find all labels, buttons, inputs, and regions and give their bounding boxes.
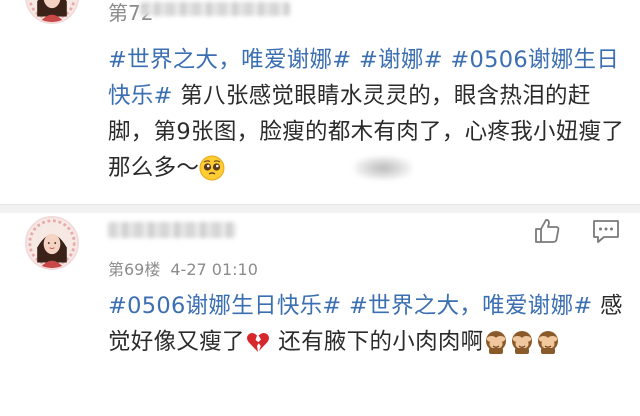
post-meta: 第69楼 4-27 01:10 bbox=[108, 256, 258, 280]
comment-content: #0506谢娜生日快乐# #世界之大，唯爱谢娜# 感觉好像又瘦了 还有腋下的小肉… bbox=[108, 288, 628, 360]
blurred-username bbox=[140, 2, 290, 16]
hashtag-link[interactable]: #世界之大，唯爱谢娜# bbox=[108, 47, 352, 73]
floor-label: 第69楼 bbox=[108, 260, 161, 279]
avatar[interactable] bbox=[25, 0, 79, 24]
hashtag-link[interactable]: #0506谢娜生日快乐# bbox=[108, 293, 342, 319]
comment-content: #世界之大，唯爱谢娜# #谢娜# #0506谢娜生日快乐# 第八张感觉眼睛水灵灵… bbox=[108, 42, 628, 186]
comment-feed: 第72 #世界之大，唯爱谢娜# #谢娜# #0506谢娜生日快乐# 第八张感觉眼… bbox=[0, 0, 640, 416]
post-divider bbox=[0, 204, 640, 213]
comment-icon[interactable] bbox=[591, 216, 621, 246]
hashtag-link[interactable]: #世界之大，唯爱谢娜# bbox=[349, 293, 593, 319]
hashtag-link[interactable]: #谢娜# bbox=[359, 47, 443, 73]
comment-text: 还有腋下的小肉肉啊 bbox=[278, 329, 484, 355]
see-no-evil-monkey-icon bbox=[535, 329, 561, 355]
post-time: 4-27 01:10 bbox=[170, 260, 258, 279]
broken-heart-icon bbox=[245, 329, 271, 355]
see-no-evil-monkey-icon bbox=[509, 329, 535, 355]
comment-text: 第八张感觉眼睛水灵灵的，眼含热泪的赶脚，第9张图，脸瘦的都木有肉了，心疼我小妞瘦… bbox=[108, 83, 625, 181]
comment-post: 第72 #世界之大，唯爱谢娜# #谢娜# #0506谢娜生日快乐# 第八张感觉眼… bbox=[0, 0, 640, 205]
like-icon[interactable] bbox=[532, 216, 562, 246]
pleading-face-icon bbox=[199, 155, 225, 181]
see-no-evil-monkey-icon bbox=[483, 329, 509, 355]
blurred-username bbox=[108, 222, 236, 238]
avatar[interactable] bbox=[25, 216, 79, 270]
